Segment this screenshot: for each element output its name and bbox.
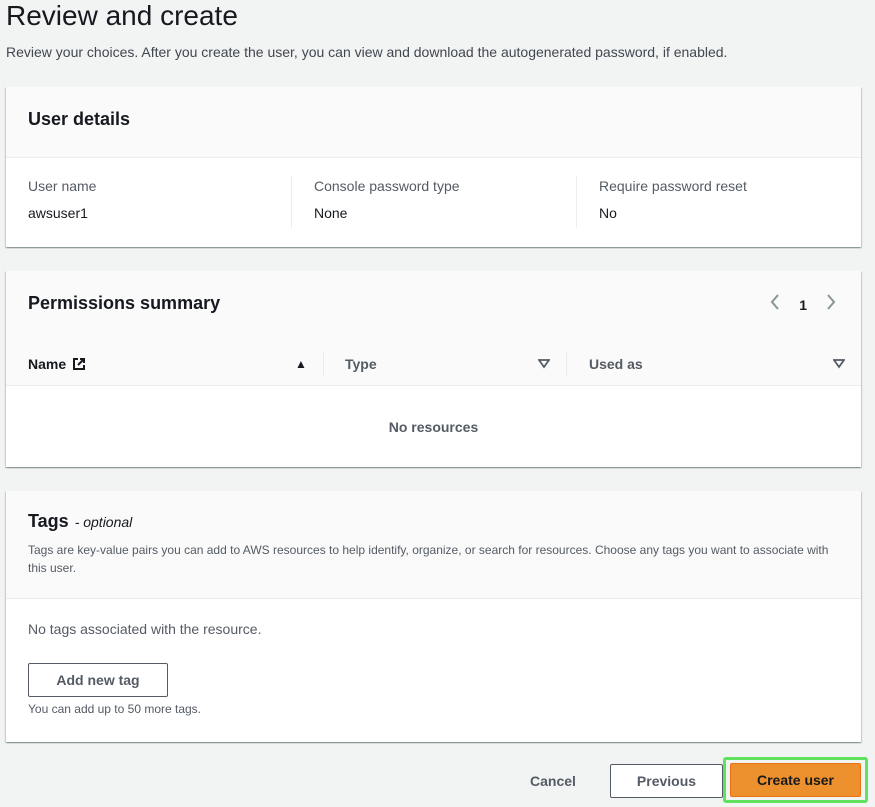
column-label: Used as — [589, 356, 643, 372]
tags-header: Tags - optional Tags are key-value pairs… — [6, 491, 861, 599]
field-value: awsuser1 — [28, 205, 88, 221]
tags-limit-hint: You can add up to 50 more tags. — [28, 702, 202, 716]
previous-button[interactable]: Previous — [610, 764, 723, 798]
create-user-highlight: Create user — [723, 757, 868, 803]
sort-caret-icon[interactable] — [538, 342, 550, 386]
permissions-header: Permissions summary 1 — [6, 271, 861, 342]
permissions-summary-panel: Permissions summary 1 Name ▲ Type Used a… — [6, 271, 861, 467]
field-value: None — [314, 205, 348, 221]
chevron-left-icon[interactable] — [767, 293, 783, 316]
column-divider — [323, 352, 324, 376]
user-details-title: User details — [28, 109, 131, 129]
tags-title: Tags — [28, 511, 69, 531]
column-header-used-as[interactable]: Used as — [589, 342, 643, 386]
chevron-right-icon[interactable] — [823, 293, 839, 316]
page-title: Review and create — [6, 0, 238, 31]
empty-state: No resources — [388, 418, 479, 435]
field-user-name: User name awsuser1 — [28, 176, 290, 228]
column-header-name[interactable]: Name — [28, 342, 86, 386]
cancel-button[interactable]: Cancel — [530, 765, 576, 797]
tags-title-line: Tags - optional — [28, 511, 132, 532]
add-new-tag-button[interactable]: Add new tag — [28, 663, 168, 697]
tags-description: Tags are key-value pairs you can add to … — [28, 543, 829, 575]
create-user-button[interactable]: Create user — [730, 763, 861, 797]
user-details-fields: User name awsuser1 Console password type… — [6, 158, 861, 247]
field-key: Console password type — [314, 178, 460, 194]
column-header-type[interactable]: Type — [345, 342, 377, 386]
permissions-title: Permissions summary — [28, 293, 221, 313]
no-tags-text: No tags associated with the resource. — [28, 621, 262, 637]
column-label: Name — [28, 356, 67, 372]
page-number[interactable]: 1 — [799, 297, 807, 313]
sort-caret-icon[interactable] — [833, 342, 845, 386]
user-details-panel: User details User name awsuser1 Console … — [6, 87, 861, 247]
column-label: Type — [345, 356, 377, 372]
field-value: No — [599, 205, 617, 221]
pagination: 1 — [767, 293, 839, 316]
column-divider — [566, 352, 567, 376]
optional-label: - optional — [74, 514, 133, 530]
sort-ascending-icon[interactable]: ▲ — [295, 342, 307, 386]
permissions-table-header: Name ▲ Type Used as — [6, 342, 861, 386]
field-console-password-type: Console password type None — [291, 176, 576, 228]
tags-panel: Tags - optional Tags are key-value pairs… — [6, 491, 861, 742]
user-details-header: User details — [6, 87, 861, 158]
tags-body: No tags associated with the resource. Ad… — [6, 599, 861, 742]
field-key: User name — [28, 178, 97, 194]
page-description: Review your choices. After you create th… — [6, 44, 728, 60]
field-require-password-reset: Require password reset No — [576, 176, 846, 228]
field-key: Require password reset — [599, 178, 747, 194]
external-link-icon — [72, 357, 86, 371]
